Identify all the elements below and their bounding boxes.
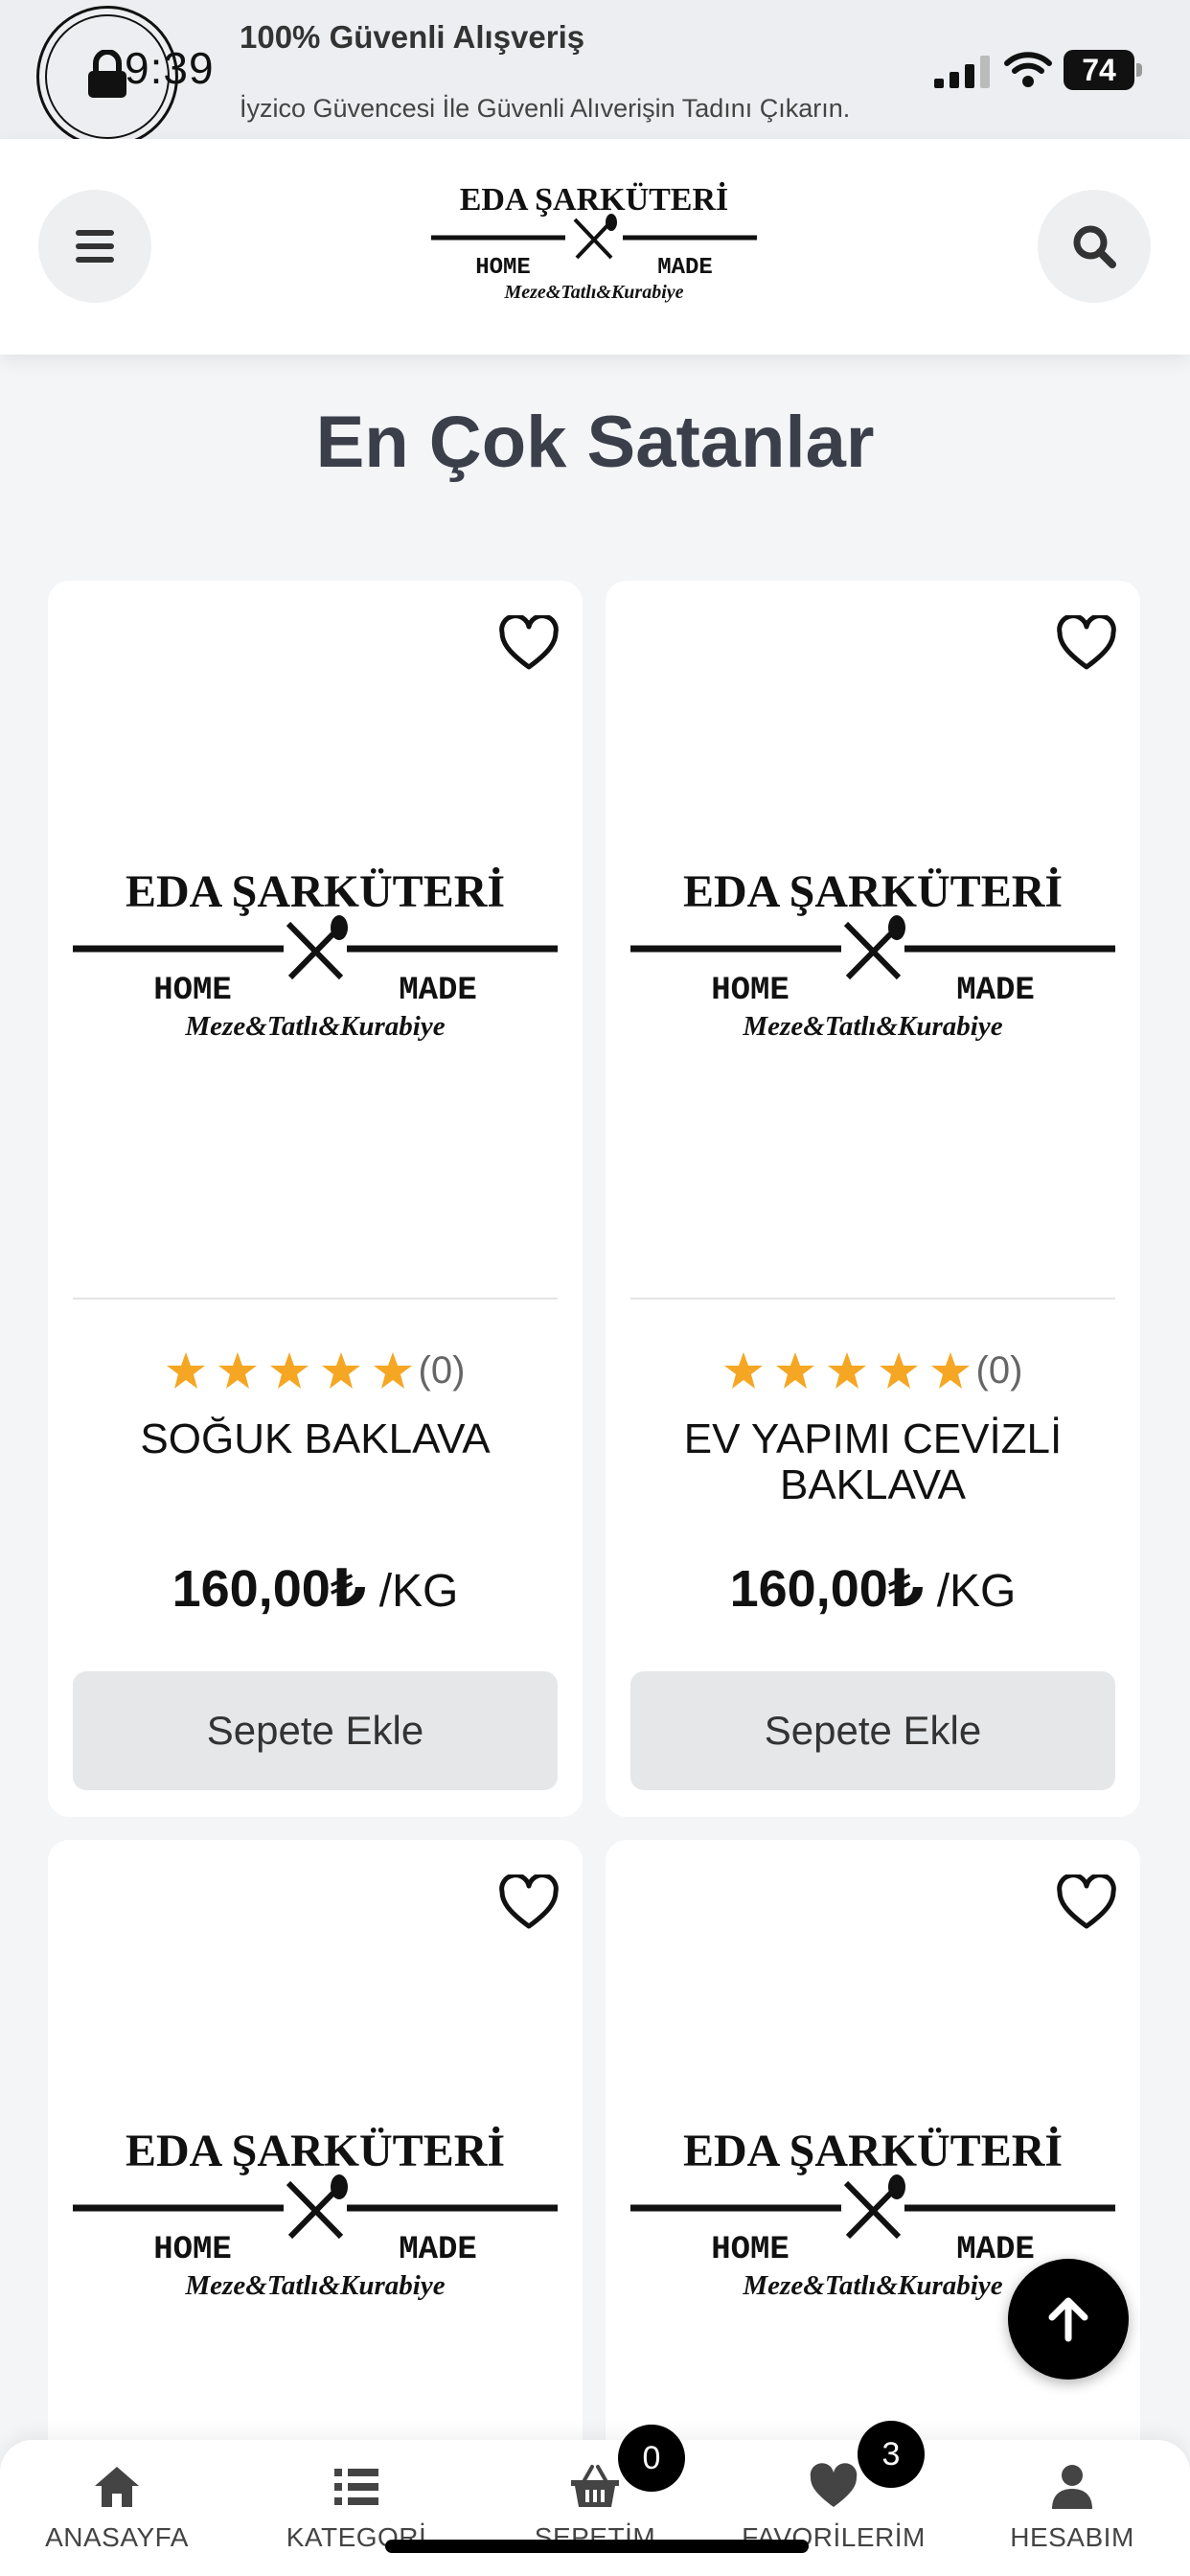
nav-item-account[interactable]: HESABIM bbox=[957, 2440, 1187, 2576]
product-card[interactable]: EDA ŞARKÜTERİ HOME MADE Meze&Tatlı&Kurab… bbox=[48, 581, 583, 1817]
product-card[interactable]: EDA ŞARKÜTERİ HOME MADE Meze&Tatlı&Kurab… bbox=[606, 1840, 1140, 2511]
fork-spoon-icon bbox=[843, 915, 905, 980]
search-button[interactable] bbox=[1038, 190, 1151, 303]
battery-level: 74 bbox=[1064, 50, 1134, 90]
cellular-signal-icon bbox=[934, 56, 990, 88]
logo-right: MADE bbox=[956, 973, 1035, 1009]
logo-name: EDA ŞARKÜTERİ bbox=[683, 866, 1063, 917]
divider bbox=[73, 1298, 558, 1300]
brand-logo[interactable]: EDA ŞARKÜTERİ HOME MADE Meze&Tatlı&Kurab… bbox=[422, 177, 767, 311]
product-rating: (0) bbox=[606, 1347, 1140, 1392]
nav-item-categories[interactable]: KATEGORİ bbox=[241, 2440, 471, 2576]
rating-count: (0) bbox=[975, 1348, 1023, 1392]
basket-icon bbox=[571, 2465, 619, 2507]
fork-spoon-icon bbox=[843, 2174, 905, 2240]
nav-label: HESABIM bbox=[1010, 2522, 1134, 2552]
logo-tagline: Meze&Tatlı&Kurabiye bbox=[184, 1011, 445, 1042]
star-icon bbox=[879, 1352, 918, 1390]
star-icon bbox=[373, 1352, 412, 1390]
cart-count-badge: 0 bbox=[618, 2425, 685, 2492]
search-icon bbox=[1073, 225, 1116, 268]
star-icon bbox=[775, 1352, 814, 1390]
logo-left: HOME bbox=[711, 2232, 790, 2268]
logo-tagline: Meze&Tatlı&Kurabiye bbox=[742, 2270, 1002, 2301]
logo-name: EDA ŞARKÜTERİ bbox=[460, 181, 729, 218]
product-price: 160,00₺ /KG bbox=[48, 1558, 583, 1619]
product-image-logo[interactable]: EDA ŞARKÜTERİ HOME MADE Meze&Tatlı&Kurab… bbox=[73, 859, 558, 1050]
user-icon bbox=[1052, 2465, 1092, 2509]
star-rating bbox=[723, 1351, 971, 1390]
product-rating: (0) bbox=[48, 1347, 583, 1392]
product-card[interactable]: EDA ŞARKÜTERİ HOME MADE Meze&Tatlı&Kurab… bbox=[606, 581, 1140, 1817]
logo-tagline: Meze&Tatlı&Kurabiye bbox=[742, 1011, 1002, 1042]
fork-spoon-icon bbox=[286, 2174, 348, 2240]
section-title: En Çok Satanlar bbox=[315, 402, 875, 483]
arrow-up-icon bbox=[1048, 2297, 1088, 2342]
favorites-count-badge: 3 bbox=[858, 2421, 925, 2488]
product-name[interactable]: EV YAPIMI CEVİZLİ BAKLAVA bbox=[625, 1416, 1121, 1508]
favorite-heart-icon[interactable] bbox=[1056, 615, 1117, 673]
product-card[interactable]: EDA ŞARKÜTERİ HOME MADE Meze&Tatlı&Kurab… bbox=[48, 1840, 583, 2511]
notification-subtitle[interactable]: İyzico Güvencesi İle Güvenli Alıverişin … bbox=[240, 94, 850, 124]
price-unit: /KG bbox=[366, 1566, 459, 1617]
bottom-navigation: ANASAYFA KATEGORİ SEPETİM FAVORİLERİM HE… bbox=[0, 2440, 1190, 2576]
divider bbox=[630, 1298, 1115, 1300]
logo-left: HOME bbox=[153, 2232, 232, 2268]
logo-name: EDA ŞARKÜTERİ bbox=[683, 2126, 1063, 2176]
product-image-logo[interactable]: EDA ŞARKÜTERİ HOME MADE Meze&Tatlı&Kurab… bbox=[73, 2118, 558, 2310]
add-to-cart-button[interactable]: Sepete Ekle bbox=[630, 1671, 1115, 1790]
logo-right: MADE bbox=[399, 2232, 477, 2268]
lock-icon bbox=[88, 50, 126, 98]
star-rating bbox=[166, 1351, 413, 1390]
heart-icon bbox=[810, 2463, 858, 2507]
logo-name: EDA ŞARKÜTERİ bbox=[126, 2126, 505, 2176]
price-value: 160,00₺ bbox=[172, 1560, 367, 1618]
favorite-heart-icon[interactable] bbox=[1056, 1874, 1117, 1932]
price-value: 160,00₺ bbox=[729, 1560, 925, 1618]
site-header: EDA ŞARKÜTERİ HOME MADE Meze&Tatlı&Kurab… bbox=[0, 139, 1190, 355]
favorite-heart-icon[interactable] bbox=[498, 1874, 560, 1932]
logo-tagline: Meze&Tatlı&Kurabiye bbox=[184, 2270, 445, 2301]
nav-label: ANASAYFA bbox=[45, 2522, 189, 2552]
logo-right: MADE bbox=[657, 255, 713, 281]
logo-name: EDA ŞARKÜTERİ bbox=[126, 866, 505, 917]
star-icon bbox=[166, 1352, 205, 1390]
price-unit: /KG bbox=[924, 1566, 1017, 1617]
product-price: 160,00₺ /KG bbox=[606, 1558, 1140, 1619]
home-icon bbox=[95, 2467, 139, 2507]
logo-left: HOME bbox=[153, 973, 232, 1009]
star-icon bbox=[827, 1352, 866, 1390]
star-icon bbox=[321, 1352, 360, 1390]
fork-spoon-icon bbox=[286, 915, 348, 980]
star-icon bbox=[930, 1352, 970, 1390]
scroll-to-top-button[interactable] bbox=[1008, 2259, 1129, 2380]
wifi-icon bbox=[1004, 52, 1052, 87]
fork-spoon-icon bbox=[573, 214, 617, 260]
battery-indicator: 74 bbox=[1064, 50, 1142, 90]
logo-left: HOME bbox=[475, 255, 531, 281]
logo-tagline: Meze&Tatlı&Kurabiye bbox=[503, 282, 683, 303]
hamburger-icon bbox=[76, 230, 114, 263]
nav-item-home[interactable]: ANASAYFA bbox=[2, 2440, 232, 2576]
favorite-heart-icon[interactable] bbox=[498, 615, 560, 673]
add-to-cart-button[interactable]: Sepete Ekle bbox=[73, 1671, 558, 1790]
home-indicator[interactable] bbox=[385, 2540, 809, 2553]
product-name[interactable]: SOĞUK BAKLAVA bbox=[67, 1416, 563, 1462]
logo-right: MADE bbox=[399, 973, 477, 1009]
clock: 9:39 bbox=[125, 43, 215, 93]
product-image-logo[interactable]: EDA ŞARKÜTERİ HOME MADE Meze&Tatlı&Kurab… bbox=[630, 859, 1115, 1050]
logo-right: MADE bbox=[956, 2232, 1035, 2268]
star-icon bbox=[217, 1352, 257, 1390]
list-icon bbox=[334, 2469, 378, 2505]
status-bar: 9:39 100% Güvenli Alışveriş İyzico Güven… bbox=[0, 0, 1190, 148]
star-icon bbox=[269, 1352, 309, 1390]
menu-button[interactable] bbox=[38, 190, 151, 303]
rating-count: (0) bbox=[418, 1348, 466, 1392]
star-icon bbox=[723, 1352, 763, 1390]
notification-title[interactable]: 100% Güvenli Alışveriş bbox=[240, 19, 584, 56]
logo-left: HOME bbox=[711, 973, 790, 1009]
